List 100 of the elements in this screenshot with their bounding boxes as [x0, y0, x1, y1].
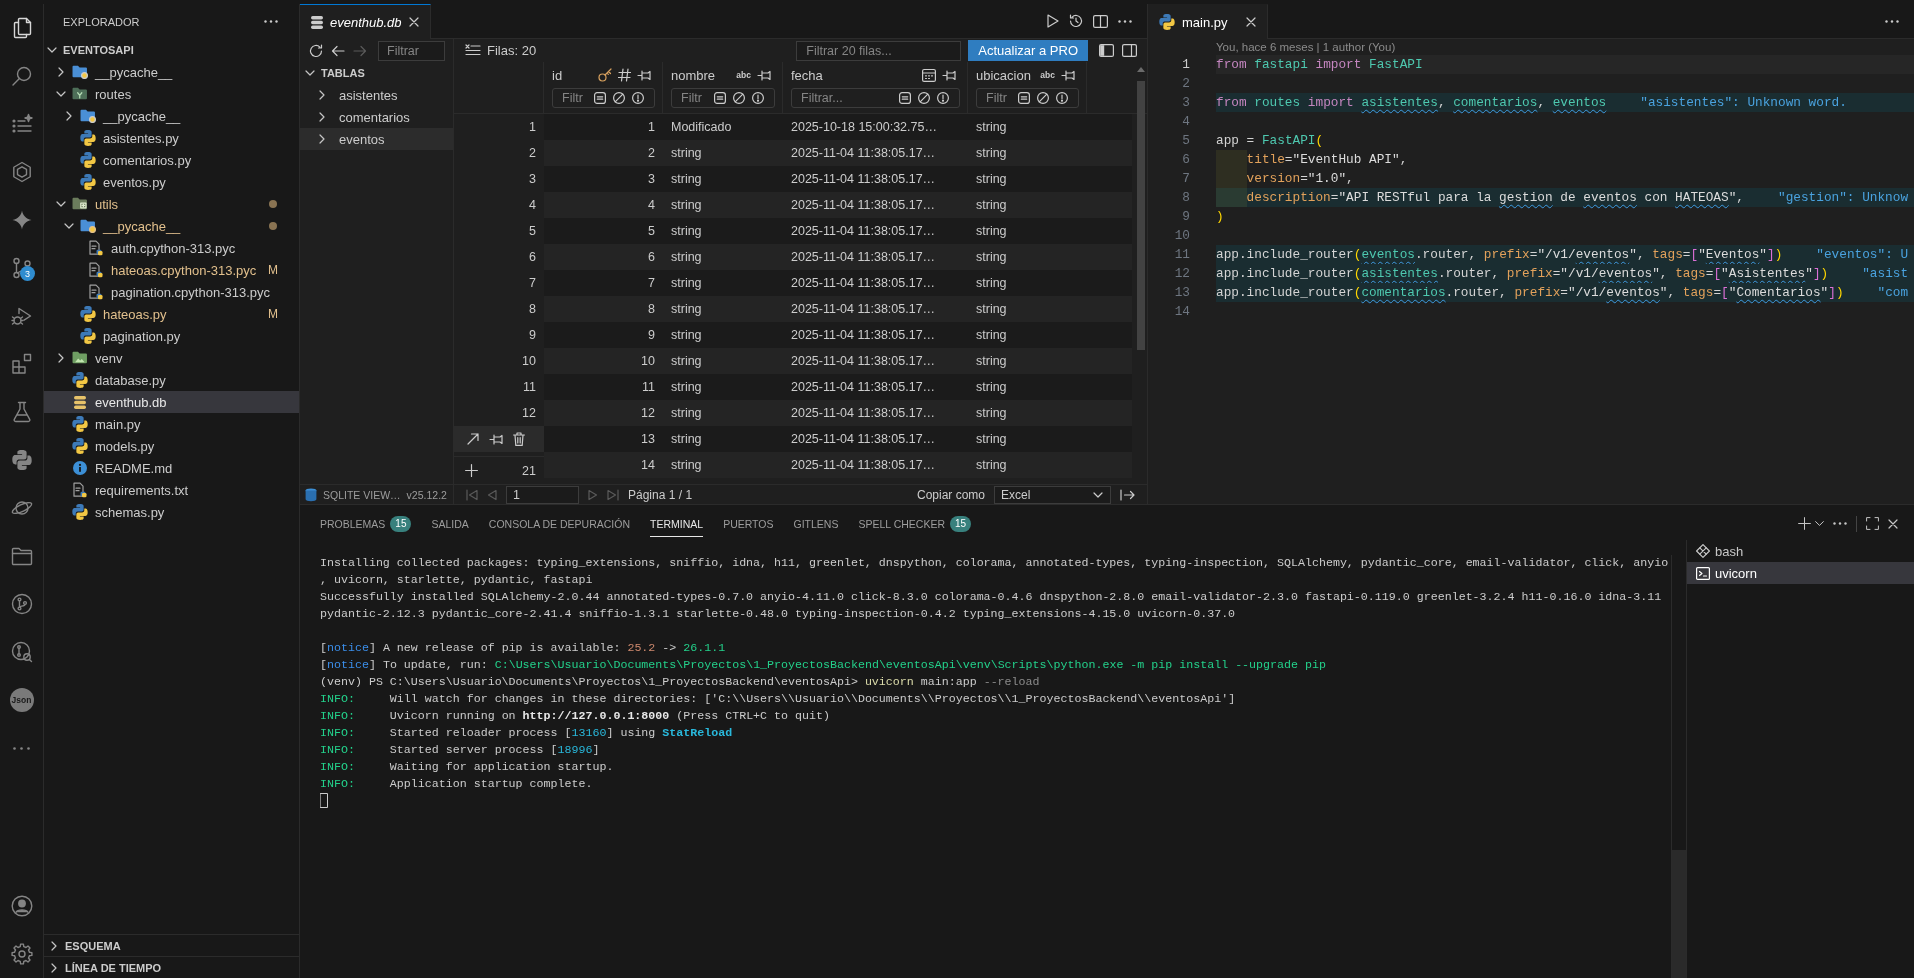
sidebar-left-icon[interactable]	[1099, 44, 1114, 57]
terminal-session[interactable]: bash	[1687, 540, 1914, 562]
tree-item[interactable]: pagination.py	[44, 325, 299, 347]
filter-field[interactable]: Filtrar 20 filas...	[796, 40, 962, 61]
filter-field[interactable]: Filtrar	[378, 40, 445, 61]
editor-tab[interactable]: eventhub.db	[300, 4, 431, 39]
settings-icon[interactable]	[9, 942, 34, 966]
table-row[interactable]: 13 string 2025-11-04 11:38:05.17… string	[544, 426, 1132, 452]
format-dropdown[interactable]: Excel	[994, 485, 1111, 504]
pin-icon[interactable]	[1061, 69, 1075, 81]
history-icon[interactable]	[1069, 14, 1083, 28]
pin-icon[interactable]	[637, 69, 651, 81]
null-icon[interactable]	[918, 92, 930, 104]
table-row[interactable]: 9 string 2025-11-04 11:38:05.17… string	[544, 322, 1132, 348]
table-row[interactable]: 3 string 2025-11-04 11:38:05.17… string	[544, 166, 1132, 192]
column-header[interactable]: ubicacion	[976, 67, 1031, 83]
table-row[interactable]: 1 Modificado 2025-10-18 15:00:32.75… string	[544, 114, 1132, 140]
more-icon[interactable]	[1118, 19, 1132, 23]
filter-field[interactable]: Filtr	[552, 88, 655, 108]
plus-icon[interactable]	[1798, 517, 1811, 530]
close-icon[interactable]	[1888, 518, 1898, 529]
more-icon[interactable]	[13, 746, 30, 750]
git-branch-icon[interactable]	[9, 592, 34, 616]
column-header[interactable]: fecha	[791, 67, 823, 83]
upgrade-button[interactable]: Actualizar a PRO	[968, 40, 1088, 61]
table-row[interactable]: 14 string 2025-11-04 11:38:05.17… string	[544, 452, 1132, 478]
section-header[interactable]: LÍNEA DE TIEMPO	[44, 956, 299, 978]
tree-item[interactable]: models.py	[44, 435, 299, 457]
run-icon[interactable]	[1047, 14, 1059, 28]
git-search-icon[interactable]	[9, 640, 34, 664]
alert-icon[interactable]	[632, 92, 644, 104]
filter-field[interactable]: Filtr	[976, 88, 1079, 108]
alert-icon[interactable]	[937, 92, 949, 104]
caret-icon[interactable]	[1815, 521, 1824, 526]
table-item[interactable]: asistentes	[300, 84, 453, 106]
pin-icon[interactable]	[942, 69, 956, 81]
plus-icon[interactable]	[465, 464, 478, 477]
maximize-icon[interactable]	[1866, 517, 1879, 530]
table-row[interactable]: 8 string 2025-11-04 11:38:05.17… string	[544, 296, 1132, 322]
equals-icon[interactable]	[594, 92, 606, 104]
scroll-arrow-icon[interactable]	[1137, 67, 1145, 72]
close-icon[interactable]	[408, 17, 419, 27]
tree-item[interactable]: pagination.cpython-313.pyc	[44, 281, 299, 303]
panel-tab[interactable]: PUERTOS	[713, 510, 784, 537]
tree-item[interactable]: hateoas.cpython-313.pyc M	[44, 259, 299, 281]
null-icon[interactable]	[1037, 92, 1049, 104]
pin-icon[interactable]	[757, 69, 771, 81]
tree-item[interactable]: comentarios.py	[44, 149, 299, 171]
tree-item[interactable]: requirements.txt	[44, 479, 299, 501]
tree-item[interactable]: __pycache__	[44, 215, 299, 237]
arrow-left-icon[interactable]	[331, 44, 345, 57]
close-icon[interactable]	[1246, 17, 1256, 27]
page-field[interactable]: 1	[506, 485, 579, 504]
split-editor-icon[interactable]	[1093, 14, 1108, 28]
table-row[interactable]: 10 string 2025-11-04 11:38:05.17… string	[544, 348, 1132, 374]
more-icon[interactable]	[264, 20, 278, 23]
filter-field[interactable]: Filtr	[671, 88, 775, 108]
table-row[interactable]: 4 string 2025-11-04 11:38:05.17… string	[544, 192, 1132, 218]
terminal-session[interactable]: uvicorn	[1687, 562, 1914, 584]
table-row[interactable]: 6 string 2025-11-04 11:38:05.17… string	[544, 244, 1132, 270]
tree-item[interactable]: database.py	[44, 369, 299, 391]
account-icon[interactable]	[9, 894, 34, 918]
more-icon[interactable]	[1885, 19, 1899, 23]
table-item[interactable]: eventos	[300, 128, 453, 150]
tree-item[interactable]: __pycache__	[44, 105, 299, 127]
section-header[interactable]: TABLAS	[300, 62, 453, 84]
tree-item[interactable]: __pycache__	[44, 61, 299, 83]
column-header[interactable]: id	[552, 67, 563, 83]
panel-tab[interactable]: CONSOLA DE DEPURACIÓN	[478, 510, 641, 537]
table-row[interactable]: 5 string 2025-11-04 11:38:05.17… string	[544, 218, 1132, 244]
list-icon[interactable]	[465, 44, 481, 57]
tree-item[interactable]: README.md	[44, 457, 299, 479]
table-row[interactable]: 12 string 2025-11-04 11:38:05.17… string	[544, 400, 1132, 426]
tree-item[interactable]: hateoas.py M	[44, 303, 299, 325]
editor-tab[interactable]: main.py	[1148, 4, 1268, 39]
column-header[interactable]: nombre	[671, 67, 716, 83]
tree-item[interactable]: eventos.py	[44, 171, 299, 193]
equals-icon[interactable]	[1018, 92, 1030, 104]
tree-item[interactable]: auth.cpython-313.pyc	[44, 237, 299, 259]
tree-item[interactable]: venv	[44, 347, 299, 369]
refresh-icon[interactable]	[309, 43, 323, 58]
table-row[interactable]: 7 string 2025-11-04 11:38:05.17… string	[544, 270, 1132, 296]
more-icon[interactable]	[1833, 522, 1847, 525]
equals-icon[interactable]	[899, 92, 911, 104]
panel-tab[interactable]: SPELL CHECKER 15	[848, 510, 982, 537]
panel-tab[interactable]: PROBLEMAS 15	[310, 510, 422, 537]
null-icon[interactable]	[613, 92, 625, 104]
filter-field[interactable]: Filtrar...	[791, 88, 960, 108]
table-row[interactable]: 2 string 2025-11-04 11:38:05.17… string	[544, 140, 1132, 166]
scrollbar-thumb[interactable]	[1137, 81, 1145, 350]
panel-tab[interactable]: GITLENS	[783, 510, 849, 537]
python-icon[interactable]	[9, 448, 34, 472]
tree-item[interactable]: schemas.py	[44, 501, 299, 523]
section-header[interactable]: EVENTOSAPI	[44, 39, 299, 61]
trash-icon[interactable]	[513, 432, 525, 446]
tree-item[interactable]: utils	[44, 193, 299, 215]
search-icon[interactable]	[9, 64, 34, 88]
panel-tab[interactable]: TERMINAL	[640, 510, 714, 537]
json-button[interactable]: Json	[9, 688, 34, 712]
section-header[interactable]: ESQUEMA	[44, 934, 299, 956]
